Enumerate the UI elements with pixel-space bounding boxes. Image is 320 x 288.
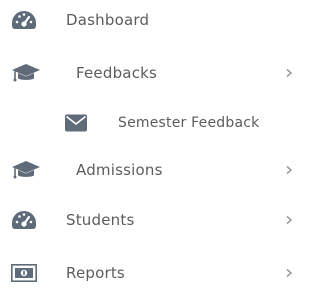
sidebar-item-label: Feedbacks bbox=[76, 64, 158, 82]
sidebar-item-students[interactable]: Students bbox=[0, 200, 308, 240]
sidebar-item-admissions[interactable]: Admissions bbox=[0, 150, 308, 190]
sidebar-item-dashboard[interactable]: Dashboard bbox=[0, 0, 308, 40]
sidebar-nav: Dashboard Feedbacks Semester Feedback Ad… bbox=[0, 0, 308, 288]
chevron-right-icon bbox=[284, 267, 294, 279]
money-bill-icon bbox=[11, 264, 37, 282]
envelope-icon bbox=[65, 114, 87, 132]
sidebar-item-label: Dashboard bbox=[66, 11, 150, 29]
sidebar-item-label: Students bbox=[66, 211, 135, 229]
sidebar-item-reports[interactable]: Reports bbox=[0, 253, 308, 288]
chevron-right-icon bbox=[284, 164, 294, 176]
graduation-cap-icon bbox=[11, 160, 41, 180]
sidebar-item-label: Reports bbox=[66, 264, 125, 282]
sidebar-item-label: Semester Feedback bbox=[118, 115, 260, 131]
chevron-right-icon bbox=[284, 67, 294, 79]
graduation-cap-icon bbox=[11, 63, 41, 83]
dashboard-gauge-icon bbox=[11, 210, 37, 230]
chevron-right-icon bbox=[284, 214, 294, 226]
sidebar-item-feedbacks[interactable]: Feedbacks bbox=[0, 53, 308, 93]
dashboard-gauge-icon bbox=[11, 10, 37, 30]
sidebar-item-label: Admissions bbox=[76, 161, 163, 179]
sidebar-subitem-semester-feedback[interactable]: Semester Feedback bbox=[0, 103, 308, 143]
